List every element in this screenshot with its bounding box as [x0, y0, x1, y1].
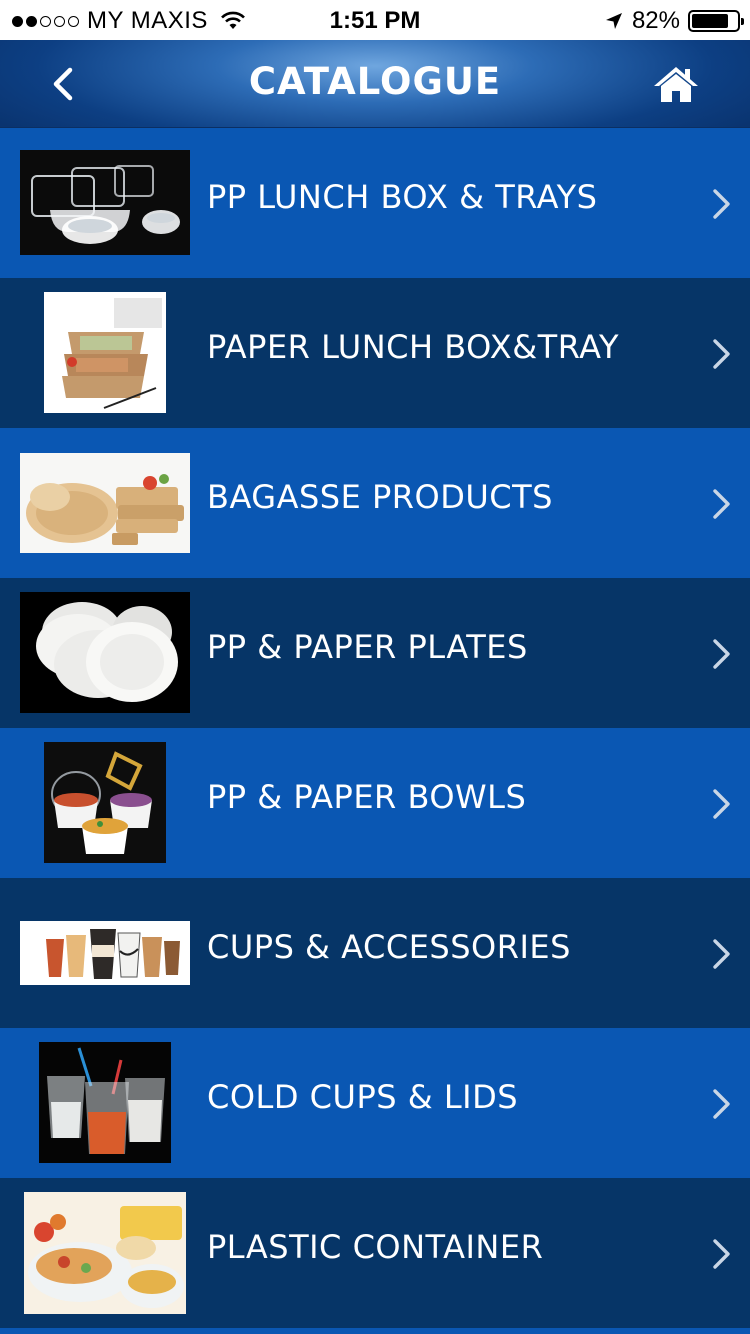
battery-icon	[688, 10, 744, 32]
catalogue-item-label: PP & PAPER BOWLS	[207, 778, 527, 816]
catalogue-item-label: PAPER LUNCH BOX&TRAY	[207, 328, 620, 366]
catalogue-item-paper-lunch-box[interactable]: PAPER LUNCH BOX&TRAY	[0, 278, 750, 428]
catalogue-item-label: COLD CUPS & LIDS	[207, 1078, 519, 1116]
chevron-right-icon	[713, 339, 730, 369]
catalogue-item-label: PP LUNCH BOX & TRAYS	[207, 178, 598, 216]
chevron-right-icon	[713, 189, 730, 219]
chevron-right-icon	[713, 1239, 730, 1269]
chevron-right-icon	[713, 939, 730, 969]
cups-thumbnail	[20, 921, 190, 985]
status-bar: MY MAXIS 1:51 PM 82%	[0, 0, 750, 40]
nav-header: CATALOGUE	[0, 40, 750, 128]
page-title: CATALOGUE	[248, 60, 502, 103]
catalogue-item-pp-lunch-box[interactable]: PP LUNCH BOX & TRAYS	[0, 128, 750, 278]
catalogue-item-bagasse-products[interactable]: BAGASSE PRODUCTS	[0, 428, 750, 578]
home-button[interactable]	[652, 62, 700, 106]
cold-cups-thumbnail	[39, 1042, 171, 1163]
battery-percent: 82%	[631, 7, 680, 34]
catalogue-item-cups[interactable]: CUPS & ACCESSORIES	[0, 878, 750, 1028]
catalogue-item-plates[interactable]: PP & PAPER PLATES	[0, 578, 750, 728]
location-arrow-icon	[605, 13, 622, 29]
catalogue-item-label: BAGASSE PRODUCTS	[207, 478, 553, 516]
catalogue-item-cold-cups[interactable]: COLD CUPS & LIDS	[0, 1028, 750, 1178]
catalogue-item-plastic-container[interactable]: PLASTIC CONTAINER	[0, 1178, 750, 1328]
plastic-container-thumbnail	[24, 1192, 186, 1314]
paper-lunch-box-thumbnail	[44, 292, 166, 413]
chevron-right-icon	[713, 789, 730, 819]
pp-lunch-box-thumbnail	[20, 150, 190, 255]
bagasse-products-thumbnail	[20, 453, 190, 553]
catalogue-item-bowls[interactable]: PP & PAPER BOWLS	[0, 728, 750, 878]
plates-thumbnail	[20, 592, 190, 713]
catalogue-list: PP LUNCH BOX & TRAYS PAPER LUNCH BOX&TRA…	[0, 128, 750, 1328]
catalogue-item-label: PP & PAPER PLATES	[207, 628, 528, 666]
catalogue-item-label: PLASTIC CONTAINER	[207, 1228, 544, 1266]
bowls-thumbnail	[44, 742, 166, 863]
status-right: 82%	[604, 7, 744, 35]
chevron-right-icon	[713, 489, 730, 519]
chevron-right-icon	[713, 639, 730, 669]
next-row-edge	[0, 1328, 750, 1334]
chevron-right-icon	[713, 1089, 730, 1119]
home-icon	[654, 67, 698, 102]
catalogue-item-label: CUPS & ACCESSORIES	[207, 928, 571, 966]
battery-level	[692, 14, 729, 28]
